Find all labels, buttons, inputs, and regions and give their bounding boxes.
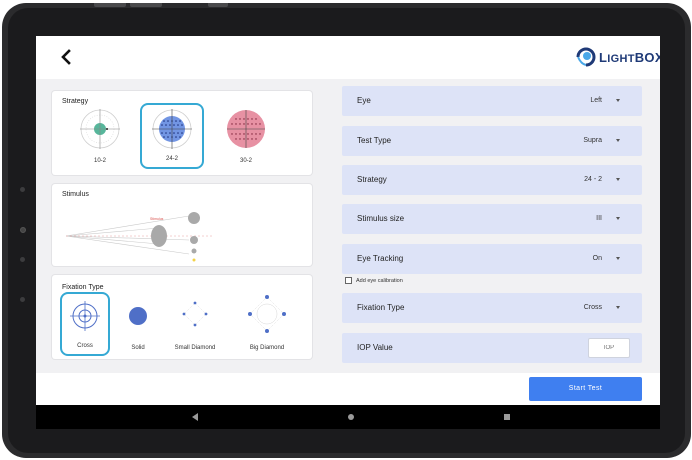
sensor-dot [20,187,25,192]
sensor-dot [20,257,25,262]
stimulus-size-diagram: Stimulus [65,212,214,262]
strategy-select[interactable]: Strategy 24 - 2 [342,165,642,195]
eye-calibration-option[interactable]: Add eye calibration [345,277,403,284]
strategy-option-30-2[interactable]: 30-2 [214,103,278,169]
eye-select[interactable]: Eye Left [342,86,642,116]
nav-recents-icon[interactable] [504,414,510,420]
fixation-title: Fixation Type [62,284,104,291]
volume-button [130,3,162,7]
stimulus-size-value: III [596,215,602,222]
stimulus-card: Stimulus Stimulus [52,184,312,266]
camera [20,227,26,233]
fixation-option-label: Cross [77,343,93,349]
dropdown-caret-icon [616,178,620,181]
strategy-value: 24 - 2 [584,176,602,183]
small-diamond-icon [182,301,208,327]
android-nav-bar [36,405,660,429]
dropdown-caret-icon [616,217,620,220]
test-type-label: Test Type [357,136,392,145]
fixation-type-select[interactable]: Fixation Type Cross [342,293,642,323]
fixation-option-big-diamond[interactable]: Big Diamond [234,292,300,356]
lightbox-logo: LIGHTBOX [576,45,660,69]
nav-home-icon[interactable] [348,414,354,420]
dropdown-caret-icon [616,306,620,309]
eye-tracking-select[interactable]: Eye Tracking On [342,244,642,274]
strategy-option-label: 30-2 [239,158,252,164]
fixation-type-label: Fixation Type [357,303,405,312]
eye-calibration-label: Add eye calibration [356,277,403,284]
brand-name: LIGHTBOX [599,49,660,65]
start-test-button[interactable]: Start Test [529,377,642,401]
big-diamond-icon [248,295,286,333]
volume-button [94,3,126,7]
eye-tracking-label: Eye Tracking [357,254,404,263]
eye-tracking-value: On [592,255,602,262]
strategy-option-label: 10-2 [93,158,106,164]
fixation-option-cross[interactable]: Cross [60,292,110,356]
iop-input[interactable] [588,338,630,358]
eye-label: Eye [357,96,371,105]
stimulus-title: Stimulus [62,191,89,198]
stimulus-size-label: Stimulus size [357,214,405,223]
app-screen: LIGHTBOX Strategy 10-2 24-2 30-2 Stimulu… [36,36,660,429]
fixation-card: Fixation Type Cross Solid Small Diamond … [52,275,312,359]
strategy-option-10-2[interactable]: 10-2 [68,103,132,169]
fixation-option-label: Big Diamond [249,345,285,351]
visual-field-10-2-icon [80,109,120,149]
nav-back-icon[interactable] [192,413,198,421]
sensor-dot [20,297,25,302]
power-button [208,3,228,7]
eye-value: Left [590,97,602,104]
stimulus-size-select[interactable]: Stimulus size III [342,204,642,234]
dropdown-caret-icon [616,139,620,142]
strategy-card: Strategy 10-2 24-2 30-2 [52,91,312,175]
dropdown-caret-icon [616,257,620,260]
fixation-type-value: Cross [583,304,602,311]
test-type-select[interactable]: Test Type Supra [342,126,642,156]
strategy-label: Strategy [357,175,387,184]
iop-label: IOP Value [357,343,393,352]
solid-dot-icon [129,307,147,325]
visual-field-30-2-icon [227,110,265,148]
lightbox-logo-icon [576,47,596,67]
fixation-option-label: Small Diamond [174,345,216,351]
visual-field-24-2-icon [152,109,192,149]
dropdown-caret-icon [616,99,620,102]
fixation-option-solid[interactable]: Solid [116,292,160,356]
back-arrow-icon[interactable] [57,46,77,68]
fixation-option-small-diamond[interactable]: Small Diamond [162,292,228,356]
eye-calibration-checkbox[interactable] [345,277,352,284]
strategy-option-label: 24-2 [165,156,178,162]
top-bar: LIGHTBOX [36,36,660,79]
iop-row: IOP Value [342,333,642,363]
stimulus-annotation: Stimulus [150,217,164,221]
strategy-option-24-2[interactable]: 24-2 [140,103,204,169]
cross-target-icon [70,301,100,331]
test-type-value: Supra [583,137,602,144]
fixation-option-label: Solid [131,345,145,351]
